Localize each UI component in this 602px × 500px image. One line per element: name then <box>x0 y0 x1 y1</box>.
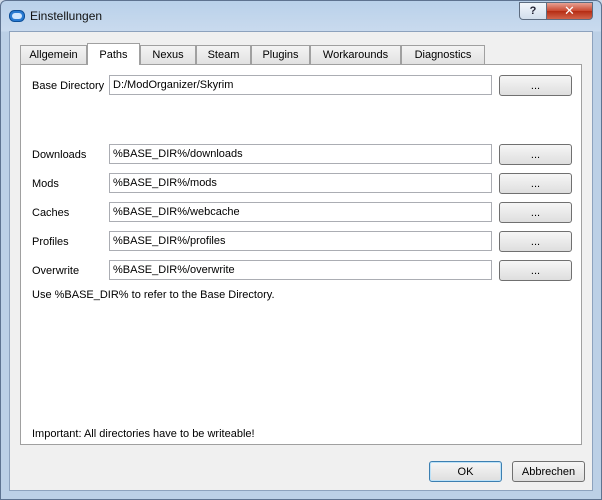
writeable-warning: Important: All directories have to be wr… <box>32 428 255 440</box>
base-dir-hint: Use %BASE_DIR% to refer to the Base Dire… <box>32 289 275 301</box>
title-bar[interactable]: Einstellungen ? ✕ <box>1 1 601 31</box>
window-title: Einstellungen <box>30 9 103 23</box>
tab-plugins[interactable]: Plugins <box>251 45 310 64</box>
tab-steam[interactable]: Steam <box>196 45 251 64</box>
profiles-label: Profiles <box>32 236 69 248</box>
help-button[interactable]: ? <box>519 2 547 20</box>
base-directory-label: Base Directory <box>32 80 105 92</box>
downloads-input[interactable]: %BASE_DIR%/downloads <box>109 144 492 164</box>
tab-diagnostics[interactable]: Diagnostics <box>401 45 485 64</box>
caches-label: Caches <box>32 207 70 219</box>
cancel-button[interactable]: Abbrechen <box>512 461 585 482</box>
overwrite-browse-button[interactable]: ... <box>499 260 572 281</box>
caches-browse-button[interactable]: ... <box>499 202 572 223</box>
tab-allgemein[interactable]: Allgemein <box>20 45 87 64</box>
overwrite-input[interactable]: %BASE_DIR%/overwrite <box>109 260 492 280</box>
dialog-body: Allgemein Paths Nexus Steam Plugins Work… <box>9 31 593 491</box>
profiles-input[interactable]: %BASE_DIR%/profiles <box>109 231 492 251</box>
downloads-browse-button[interactable]: ... <box>499 144 572 165</box>
settings-window: Einstellungen ? ✕ Allgemein Paths Nexus … <box>0 0 602 500</box>
base-directory-browse-button[interactable]: ... <box>499 75 572 96</box>
ok-button[interactable]: OK <box>429 461 502 482</box>
tab-nexus[interactable]: Nexus <box>140 45 196 64</box>
profiles-browse-button[interactable]: ... <box>499 231 572 252</box>
downloads-label: Downloads <box>32 149 87 161</box>
tab-paths[interactable]: Paths <box>87 43 140 65</box>
mods-input[interactable]: %BASE_DIR%/mods <box>109 173 492 193</box>
mods-browse-button[interactable]: ... <box>499 173 572 194</box>
paths-panel: Base Directory D:/ModOrganizer/Skyrim ..… <box>20 64 582 445</box>
tab-workarounds[interactable]: Workarounds <box>310 45 401 64</box>
close-button[interactable]: ✕ <box>546 2 593 20</box>
base-directory-input[interactable]: D:/ModOrganizer/Skyrim <box>109 75 492 95</box>
overwrite-label: Overwrite <box>32 265 80 277</box>
caches-input[interactable]: %BASE_DIR%/webcache <box>109 202 492 222</box>
mods-label: Mods <box>32 178 59 190</box>
mod-organizer-icon <box>9 10 25 22</box>
